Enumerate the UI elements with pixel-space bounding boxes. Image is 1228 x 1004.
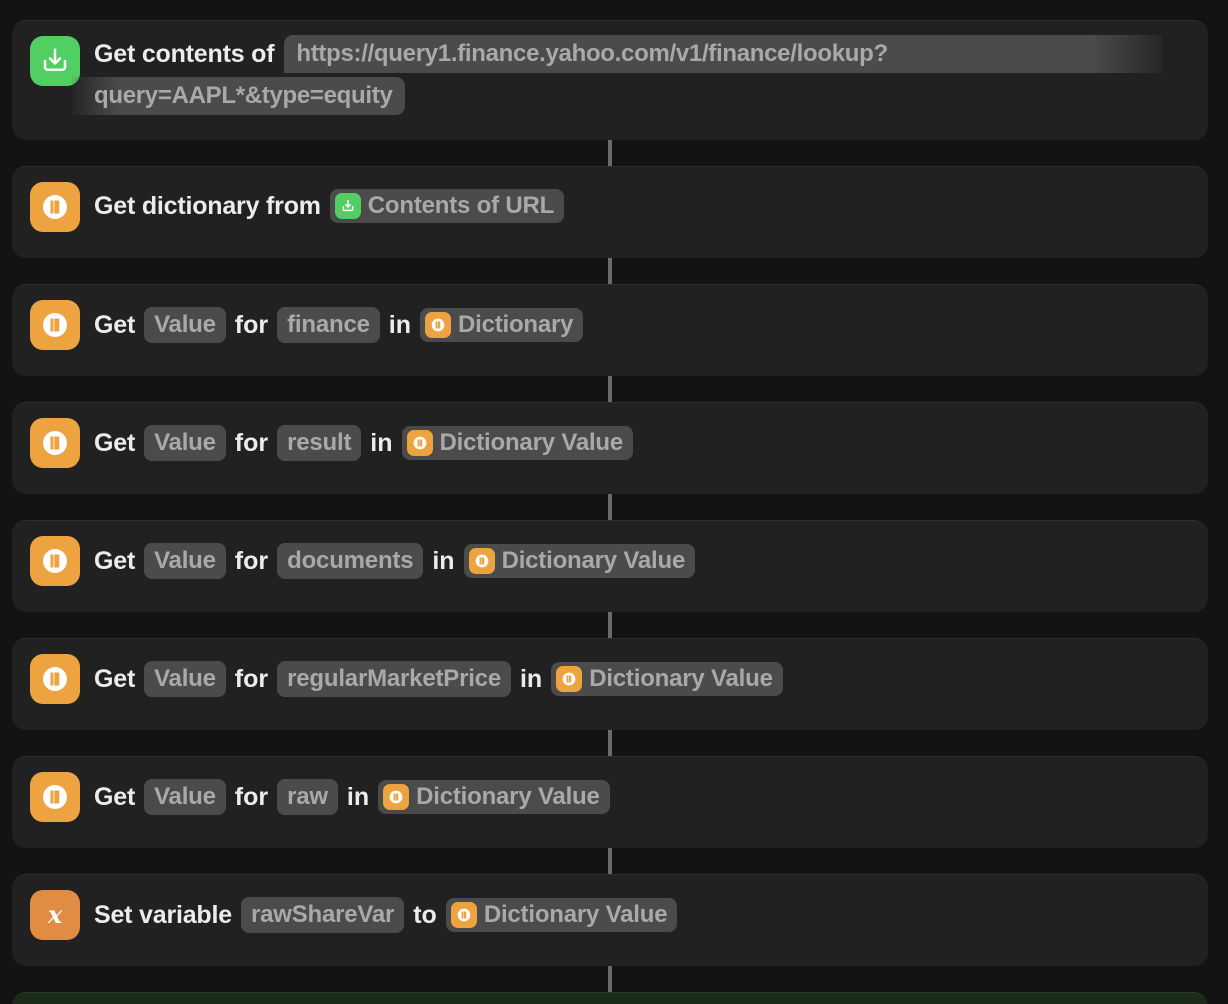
variable-token-dictionary-value[interactable]: Dictionary Value — [463, 544, 696, 578]
variable-token-label: Dictionary Value — [439, 429, 624, 456]
variable-token-label: Dictionary Value — [589, 665, 773, 692]
variable-token-dictionary-value[interactable]: Dictionary Value — [445, 898, 678, 932]
dictionary-icon — [406, 430, 433, 456]
joiner-for: for — [234, 428, 269, 457]
joiner-in: in — [346, 782, 370, 811]
value-type-token[interactable]: Value — [144, 661, 226, 697]
connector-line — [12, 376, 1208, 402]
action-label: Set variable — [94, 900, 232, 929]
connector-line — [12, 258, 1208, 284]
dictionary-key-token[interactable]: finance — [277, 307, 380, 343]
joiner-in: in — [519, 664, 543, 693]
dictionary-key-token[interactable]: result — [277, 425, 362, 461]
dictionary-icon — [30, 182, 80, 232]
dictionary-icon — [424, 312, 451, 338]
action-label: Get dictionary from — [94, 191, 321, 220]
joiner-for: for — [234, 782, 269, 811]
variable-token-contents-of-url[interactable]: Contents of URL — [329, 189, 565, 223]
url-token-line-1[interactable]: https://query1.finance.yahoo.com/v1/fina… — [284, 35, 1163, 73]
variable-token-dictionary-value[interactable]: Dictionary Value — [551, 662, 783, 696]
variable-token-dictionary-value[interactable]: Dictionary Value — [378, 780, 610, 814]
variable-token-dictionary[interactable]: Dictionary — [419, 308, 584, 342]
variable-token-label: Dictionary Value — [501, 547, 686, 574]
joiner-in: in — [370, 428, 393, 457]
joiner-for: for — [234, 310, 269, 339]
dictionary-key-token[interactable]: documents — [277, 543, 424, 579]
dictionary-icon — [468, 548, 495, 574]
dictionary-icon — [30, 772, 80, 822]
url-token-wrap: query=AAPL*&type=equity — [72, 73, 1192, 115]
variable-token-label: Dictionary — [457, 311, 574, 338]
joiner-to: to — [413, 900, 437, 929]
joiner-for: for — [234, 664, 269, 693]
connector-line — [12, 494, 1208, 520]
action-card-get-value-result[interactable]: Get Value for result in Dictionary Value — [12, 402, 1208, 494]
action-card-get-value-raw[interactable]: Get Value for raw in Dictionary Value — [12, 756, 1208, 848]
joiner-for: for — [234, 546, 269, 575]
action-card-show-result[interactable]: Show x rawShareVar — [12, 992, 1208, 1004]
action-card-get-contents-of-url[interactable]: Get contents of https://query1.finance.y… — [12, 20, 1208, 140]
value-type-token[interactable]: Value — [144, 425, 226, 461]
download-url-icon — [334, 193, 361, 219]
joiner-in: in — [388, 310, 411, 339]
connector-line — [12, 966, 1208, 992]
dictionary-icon — [30, 654, 80, 704]
action-label: Get — [94, 664, 136, 693]
connector-line — [12, 848, 1208, 874]
action-label: Get — [94, 546, 136, 575]
action-label: Get contents of — [94, 39, 275, 68]
action-card-get-value-regularmarketprice[interactable]: Get Value for regularMarketPrice in Dict… — [12, 638, 1208, 730]
action-card-get-value-documents[interactable]: Get Value for documents in Dictionary Va… — [12, 520, 1208, 612]
dictionary-key-token[interactable]: regularMarketPrice — [277, 661, 511, 697]
action-label: Get — [94, 310, 136, 339]
variable-token-label: Dictionary Value — [416, 783, 600, 810]
variable-name-token[interactable]: rawShareVar — [240, 897, 405, 933]
variable-token-dictionary-value[interactable]: Dictionary Value — [401, 426, 634, 460]
value-type-token[interactable]: Value — [144, 543, 226, 579]
connector-line — [12, 730, 1208, 756]
action-label: Get — [94, 428, 136, 457]
action-card-set-variable[interactable]: x Set variable rawShareVar to Dictionary… — [12, 874, 1208, 966]
dictionary-icon — [30, 418, 80, 468]
connector-line — [12, 140, 1208, 166]
connector-line — [12, 612, 1208, 638]
url-token-line-2[interactable]: query=AAPL*&type=equity — [72, 77, 405, 115]
variable-token-label: Contents of URL — [367, 192, 555, 219]
action-label: Get — [94, 782, 136, 811]
variable-x-icon: x — [30, 890, 80, 940]
dictionary-icon — [30, 300, 80, 350]
value-type-token[interactable]: Value — [144, 779, 226, 815]
svg-text:x: x — [47, 900, 63, 929]
dictionary-icon — [30, 536, 80, 586]
shortcuts-workflow-canvas: Get contents of https://query1.finance.y… — [0, 0, 1228, 1004]
value-type-token[interactable]: Value — [144, 307, 226, 343]
dictionary-icon — [383, 784, 410, 810]
joiner-in: in — [432, 546, 455, 575]
dictionary-icon — [556, 666, 583, 692]
dictionary-icon — [450, 902, 477, 928]
action-card-get-dictionary-from[interactable]: Get dictionary from Contents of URL — [12, 166, 1208, 258]
variable-token-label: Dictionary Value — [483, 901, 668, 928]
action-card-get-value-finance[interactable]: Get Value for finance in Dictionary — [12, 284, 1208, 376]
dictionary-key-token[interactable]: raw — [277, 779, 338, 815]
